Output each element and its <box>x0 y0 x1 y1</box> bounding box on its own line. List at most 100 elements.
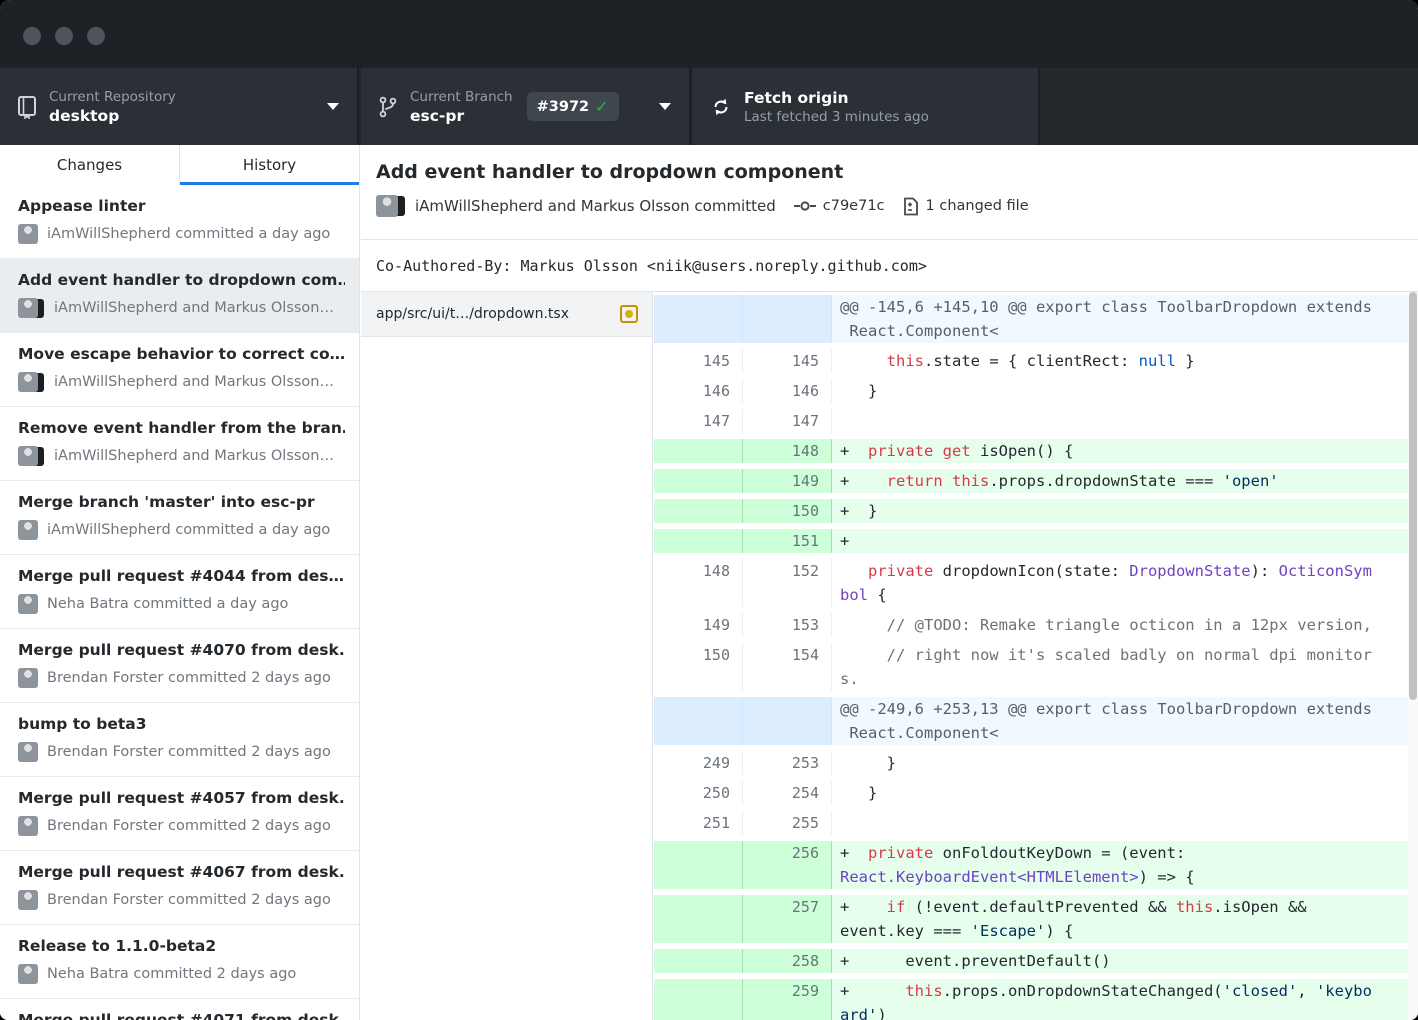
diff-line: 151+ <box>654 526 1418 556</box>
new-line-number: 149 <box>743 469 832 493</box>
commit-list-item[interactable]: Appease linter iAmWillShepherd committed … <box>0 185 359 259</box>
commit-list-item[interactable]: bump to beta3 Brendan Forster committed 2… <box>0 703 359 777</box>
commit-list-item[interactable]: Merge pull request #4070 from desk..Bren… <box>0 629 359 703</box>
old-line-number <box>654 499 743 523</box>
commit-list-item[interactable]: Add event handler to dropdown com…iAmWil… <box>0 259 359 333</box>
diff-code-text: + event.preventDefault() <box>832 949 1418 973</box>
diff-line: 150+ } <box>654 496 1418 526</box>
diff-line: 259+ this.props.onDropdownStateChanged('… <box>654 976 1418 1003</box>
diff-code-text: + <box>832 529 1418 553</box>
commit-item-meta: Neha Batra committed a day ago <box>47 596 288 612</box>
window-close-button[interactable] <box>23 27 41 45</box>
diff-line: 146146 } <box>654 376 1418 406</box>
old-line-number: 149 <box>654 613 743 637</box>
commit-item-meta: Brendan Forster committed 2 days ago <box>47 744 331 760</box>
current-branch-button[interactable]: Current Branch esc-pr #3972 ✓ <box>361 68 691 145</box>
tab-history[interactable]: History <box>179 145 359 185</box>
commit-list-item[interactable]: Move escape behavior to correct co…iAmWi… <box>0 333 359 407</box>
current-branch-label: Current Branch <box>410 88 513 106</box>
toolbar: Current Repository desktop Current Branc… <box>0 68 1418 145</box>
old-line-number <box>654 667 743 691</box>
commit-item-meta: Neha Batra committed 2 days ago <box>47 966 296 982</box>
current-branch-value: esc-pr <box>410 106 513 126</box>
old-line-number <box>654 295 743 319</box>
diff-hunk-header: @@ -145,6 +145,10 @@ export class Toolba… <box>654 292 1418 319</box>
window-minimize-button[interactable] <box>55 27 73 45</box>
diff-line: event.key === 'Escape') { <box>654 919 1418 946</box>
commit-list-item[interactable]: Merge pull request #4057 from desk..Bren… <box>0 777 359 851</box>
diff-code-text: // @TODO: Remake triangle octicon in a 1… <box>832 613 1418 637</box>
old-line-number: 148 <box>654 559 743 583</box>
diff-code-text <box>832 811 1418 835</box>
new-line-number: 147 <box>743 409 832 433</box>
new-line-number: 255 <box>743 811 832 835</box>
diff-code-text: React.Component< <box>832 721 1418 745</box>
avatar <box>18 668 38 688</box>
commit-list-item[interactable]: Merge pull request #4071 from desk.. <box>0 999 359 1020</box>
old-line-number: 147 <box>654 409 743 433</box>
new-line-number: 254 <box>743 781 832 805</box>
new-line-number: 257 <box>743 895 832 919</box>
new-line-number <box>743 721 832 745</box>
new-line-number: 256 <box>743 841 832 865</box>
commit-item-meta: iAmWillShepherd and Markus Olsson… <box>54 448 334 464</box>
diff-code-text: React.Component< <box>832 319 1418 343</box>
diff-code-text: + private get isOpen() { <box>832 439 1418 463</box>
diff-scrollbar <box>1408 292 1418 1020</box>
current-repository-value: desktop <box>49 106 176 126</box>
diff-line: 256+ private onFoldoutKeyDown = (event: <box>654 838 1418 865</box>
diff-code-text: // right now it's scaled badly on normal… <box>832 643 1418 667</box>
commit-item-title: bump to beta3 <box>18 714 345 734</box>
tab-changes[interactable]: Changes <box>0 145 179 185</box>
diff-code-text: s. <box>832 667 1418 691</box>
commit-item-title: Merge pull request #4057 from desk.. <box>18 788 345 808</box>
new-line-number <box>743 1003 832 1020</box>
avatar <box>376 195 406 217</box>
commit-list-item[interactable]: Remove event handler from the bran… iAmWi… <box>0 407 359 481</box>
commit-item-meta: iAmWillShepherd committed a day ago <box>47 226 330 242</box>
new-line-number: 146 <box>743 379 832 403</box>
old-line-number <box>654 697 743 721</box>
diff-view: @@ -145,6 +145,10 @@ export class Toolba… <box>654 292 1418 1020</box>
avatar <box>18 224 38 244</box>
new-line-number: 151 <box>743 529 832 553</box>
new-line-number: 152 <box>743 559 832 583</box>
diff-hunk-header: React.Component< <box>654 319 1418 346</box>
fetch-origin-button[interactable]: Fetch origin Last fetched 3 minutes ago <box>693 68 1040 145</box>
current-repository-label: Current Repository <box>49 88 176 106</box>
diff-code-text: + if (!event.defaultPrevented && this.is… <box>832 895 1418 919</box>
commit-item-title: Appease linter <box>18 196 345 216</box>
diff-line: bol { <box>654 583 1418 610</box>
old-line-number <box>654 583 743 607</box>
diff-code-text: private dropdownIcon(state: DropdownStat… <box>832 559 1418 583</box>
window-zoom-button[interactable] <box>87 27 105 45</box>
new-line-number <box>743 667 832 691</box>
old-line-number: 150 <box>654 643 743 667</box>
commit-item-title: Remove event handler from the bran… <box>18 418 345 438</box>
commit-title: Add event handler to dropdown component <box>376 161 1418 183</box>
changed-file-row[interactable]: app/src/ui/t…/dropdown.tsx <box>361 292 652 337</box>
branch-icon <box>378 95 398 119</box>
old-line-number <box>654 979 743 1003</box>
window-titlebar <box>0 0 1418 68</box>
commit-list-item[interactable]: Merge pull request #4044 from des…Neha B… <box>0 555 359 629</box>
commit-sha[interactable]: c79e71c <box>823 198 885 214</box>
diff-line: 149+ return this.props.dropdownState ===… <box>654 466 1418 496</box>
github-desktop-window: Current Repository desktop Current Branc… <box>0 0 1418 1020</box>
new-line-number: 154 <box>743 643 832 667</box>
fetch-origin-subtitle: Last fetched 3 minutes ago <box>744 108 929 126</box>
diff-code-text: @@ -249,6 +253,13 @@ export class Toolba… <box>832 697 1418 721</box>
commit-list-item[interactable]: Merge branch 'master' into esc-priAmWill… <box>0 481 359 555</box>
changed-file-path: app/src/ui/t…/dropdown.tsx <box>376 306 620 322</box>
diff-code-text: + this.props.onDropdownStateChanged('clo… <box>832 979 1418 1003</box>
diff-line: 258+ event.preventDefault() <box>654 946 1418 976</box>
old-line-number <box>654 949 743 973</box>
diff-line: 147147 <box>654 406 1418 436</box>
old-line-number <box>654 319 743 343</box>
diff-scrollbar-thumb[interactable] <box>1409 292 1417 700</box>
commit-list-item[interactable]: Merge pull request #4067 from desk..Bren… <box>0 851 359 925</box>
avatar <box>18 816 38 836</box>
commit-list-item[interactable]: Release to 1.1.0-beta2Neha Batra committ… <box>0 925 359 999</box>
current-repository-button[interactable]: Current Repository desktop <box>0 68 359 145</box>
pull-request-badge: #3972 ✓ <box>527 92 619 121</box>
